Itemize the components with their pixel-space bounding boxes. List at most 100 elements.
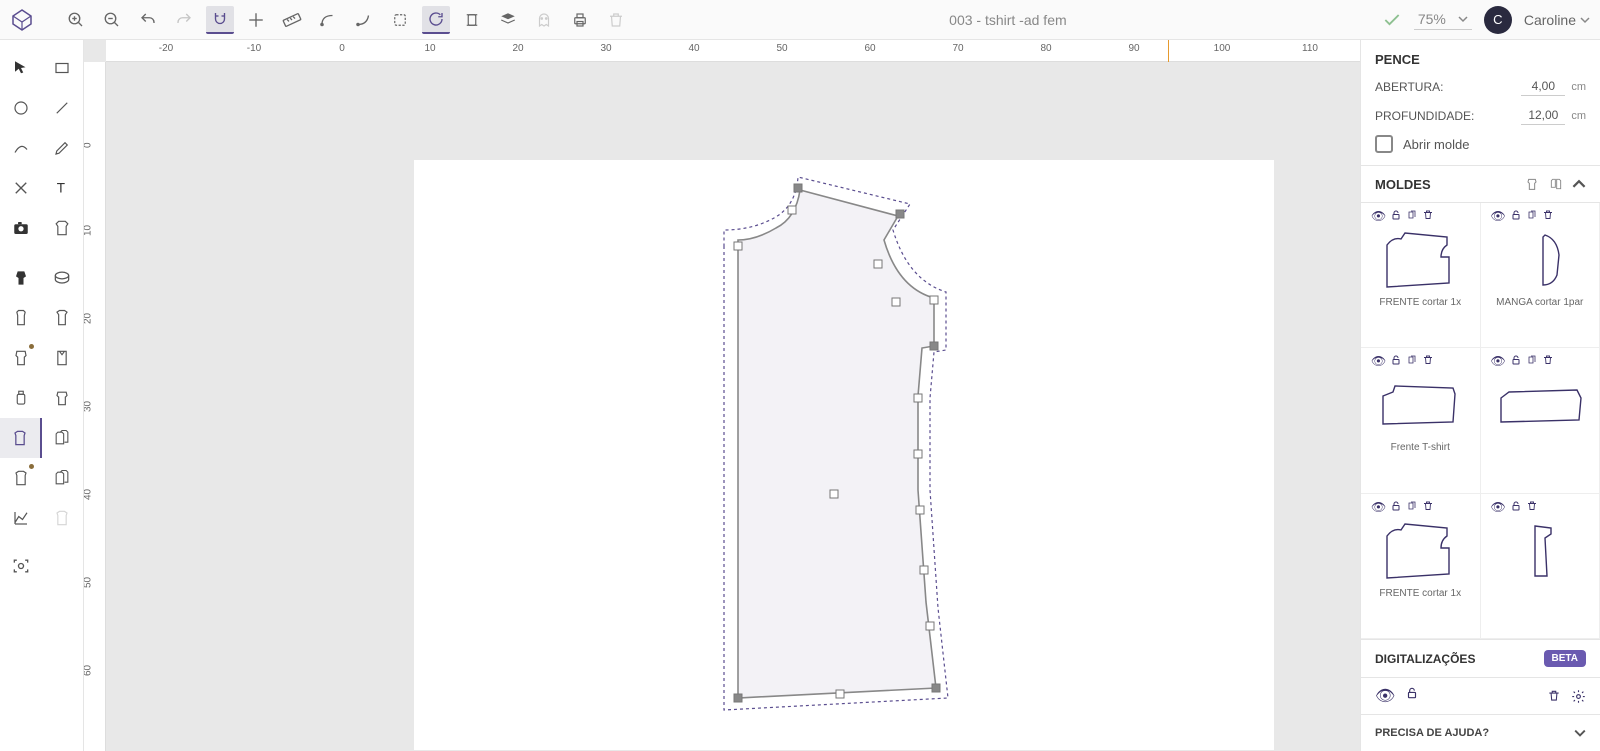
moldes-view2-icon[interactable] <box>1548 176 1564 192</box>
trash-icon[interactable] <box>1542 209 1554 223</box>
ruler-tick: 10 <box>84 225 94 236</box>
trash-icon[interactable] <box>1422 354 1434 368</box>
curve-tool[interactable] <box>0 128 42 168</box>
text-tool[interactable]: T <box>42 168 84 208</box>
profundidade-input[interactable]: 12,00 <box>1521 106 1565 125</box>
eye-icon[interactable]: 👁 <box>1491 500 1506 514</box>
curve2-icon[interactable] <box>350 6 378 34</box>
pattern-shape[interactable] <box>738 170 968 730</box>
pattern-dup-tool[interactable] <box>42 418 83 458</box>
vest2-tool[interactable] <box>42 298 84 338</box>
trash-icon[interactable] <box>1542 354 1554 368</box>
molde-card[interactable]: 👁 MANGA cortar 1par <box>1481 203 1600 348</box>
lock-icon[interactable] <box>1405 686 1419 706</box>
trash-icon[interactable] <box>1547 689 1561 704</box>
zoom-out-icon[interactable] <box>98 6 126 34</box>
canvas[interactable]: -20 -10 0 10 20 30 40 50 60 70 80 90 100… <box>84 40 1360 751</box>
molde-card[interactable]: 👁 FRENTE cortar 1x <box>1361 203 1481 348</box>
undo-icon[interactable] <box>134 6 162 34</box>
body-tool[interactable] <box>0 258 42 298</box>
empty-cell <box>42 546 84 586</box>
moldes-view1-icon[interactable] <box>1524 176 1540 192</box>
help-label: PRECISA DE AJUDA? <box>1375 727 1489 739</box>
vest5-tool[interactable] <box>42 378 84 418</box>
tape-tool[interactable] <box>42 258 84 298</box>
eye-icon[interactable]: 👁 <box>1375 686 1395 706</box>
eye-icon[interactable]: 👁 <box>1371 500 1386 514</box>
trash-icon[interactable] <box>1422 209 1434 223</box>
print-icon[interactable] <box>566 6 594 34</box>
moldes-grid: 👁 FRENTE cortar 1x 👁 MANGA cortar 1par 👁… <box>1361 203 1600 639</box>
top-toolbar: 003 - tshirt -ad fem 75% C Caroline <box>0 0 1600 40</box>
molde-card[interactable]: 👁 <box>1481 494 1600 639</box>
curve1-icon[interactable] <box>314 6 342 34</box>
ruler-tick: 100 <box>1214 43 1231 54</box>
horizontal-ruler: -20 -10 0 10 20 30 40 50 60 70 80 90 100… <box>106 40 1360 62</box>
circle-tool[interactable] <box>0 88 42 128</box>
abrir-molde-checkbox[interactable] <box>1375 135 1393 153</box>
pattern-alt-tool[interactable] <box>42 458 84 498</box>
spool-icon[interactable] <box>458 6 486 34</box>
lock-icon[interactable] <box>1510 500 1522 514</box>
pattern-var-tool[interactable] <box>0 458 42 498</box>
trash-icon[interactable] <box>602 6 630 34</box>
gear-icon[interactable] <box>1571 689 1586 704</box>
zoom-select[interactable]: 75% <box>1414 9 1472 30</box>
jar-tool[interactable] <box>0 378 42 418</box>
rect-tool[interactable] <box>42 48 84 88</box>
copy-icon[interactable] <box>1406 354 1418 368</box>
lock-icon[interactable] <box>1390 500 1402 514</box>
moldes-title: MOLDES <box>1375 177 1431 192</box>
check-icon[interactable] <box>1382 10 1402 30</box>
refresh-icon[interactable] <box>422 6 450 34</box>
vest1-tool[interactable] <box>0 298 42 338</box>
copy-icon[interactable] <box>1406 209 1418 223</box>
eye-icon[interactable]: 👁 <box>1491 354 1506 368</box>
layers-icon[interactable] <box>494 6 522 34</box>
magnet-icon[interactable] <box>206 6 234 34</box>
redo-icon[interactable] <box>170 6 198 34</box>
close-x-tool[interactable] <box>0 168 42 208</box>
ghost-icon[interactable] <box>530 6 558 34</box>
abertura-input[interactable]: 4,00 <box>1521 77 1565 96</box>
lock-icon[interactable] <box>1390 209 1402 223</box>
line-tool[interactable] <box>42 88 84 128</box>
help-bar[interactable]: PRECISA DE AJUDA? <box>1361 714 1600 751</box>
ruler-tick: 0 <box>339 43 345 54</box>
eye-icon[interactable]: 👁 <box>1491 209 1506 223</box>
shirt-ghost-tool[interactable] <box>42 498 84 538</box>
vest3-tool[interactable] <box>0 338 42 378</box>
right-panel: PENCE ABERTURA: 4,00cm PROFUNDIDADE: 12,… <box>1360 40 1600 751</box>
collapse-icon[interactable] <box>1572 177 1586 191</box>
eye-icon[interactable]: 👁 <box>1371 209 1386 223</box>
trash-icon[interactable] <box>1526 500 1538 514</box>
vest4-tool[interactable] <box>42 338 84 378</box>
trash-icon[interactable] <box>1422 500 1434 514</box>
select-area-icon[interactable] <box>386 6 414 34</box>
lock-icon[interactable] <box>1390 354 1402 368</box>
molde-card[interactable]: 👁 Frente T-shirt <box>1361 348 1481 493</box>
capture-tool[interactable] <box>0 546 42 586</box>
pattern-active-tool[interactable] <box>0 418 42 458</box>
lock-icon[interactable] <box>1510 209 1522 223</box>
camera-tool[interactable] <box>0 208 42 248</box>
lock-icon[interactable] <box>1510 354 1522 368</box>
select-tool[interactable] <box>0 48 42 88</box>
molde-card[interactable]: 👁 FRENTE cortar 1x <box>1361 494 1481 639</box>
zoom-in-icon[interactable] <box>62 6 90 34</box>
molde-card[interactable]: 👁 <box>1481 348 1600 493</box>
copy-icon[interactable] <box>1526 209 1538 223</box>
graph-tool[interactable] <box>0 498 42 538</box>
shirt-outline-tool[interactable] <box>42 208 84 248</box>
ruler-tick: 20 <box>84 313 94 324</box>
user-avatar[interactable]: C <box>1484 6 1512 34</box>
ruler-icon[interactable] <box>278 6 306 34</box>
copy-icon[interactable] <box>1526 354 1538 368</box>
user-menu[interactable]: Caroline <box>1524 12 1590 28</box>
pencil-tool[interactable] <box>42 128 84 168</box>
crosshair-icon[interactable] <box>242 6 270 34</box>
digitalizacoes-header[interactable]: DIGITALIZAÇÕES BETA <box>1361 639 1600 678</box>
eye-icon[interactable]: 👁 <box>1371 354 1386 368</box>
digitalizacoes-title: DIGITALIZAÇÕES <box>1375 652 1475 666</box>
copy-icon[interactable] <box>1406 500 1418 514</box>
